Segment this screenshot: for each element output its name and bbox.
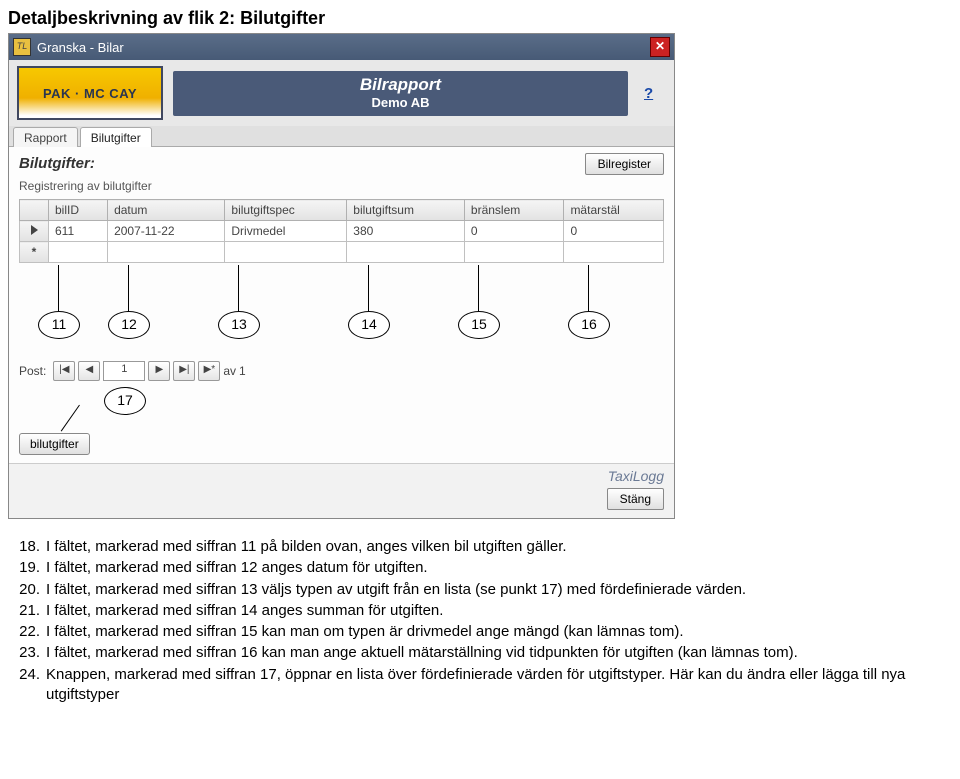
- cell-sum[interactable]: 380: [347, 221, 465, 242]
- item-num: 22.: [8, 622, 46, 642]
- item-num: 24.: [8, 665, 46, 706]
- nav-prev-icon[interactable]: ◀: [78, 361, 100, 381]
- callout-15: 15: [458, 311, 500, 339]
- close-button[interactable]: Stäng: [607, 488, 664, 510]
- cell-branslem[interactable]: 0: [464, 221, 564, 242]
- list-item: 22. I fältet, markerad med siffran 15 ka…: [8, 622, 952, 642]
- nav-next-icon[interactable]: ▶: [148, 361, 170, 381]
- bilutgifter-grid: bilID datum bilutgiftspec bilutgiftsum b…: [19, 199, 664, 263]
- callout-17-wrap: 17 bilutgifter: [19, 387, 664, 453]
- callout-12: 12: [108, 311, 150, 339]
- item-num: 19.: [8, 558, 46, 578]
- item-num: 18.: [8, 537, 46, 557]
- callout-16: 16: [568, 311, 610, 339]
- nav-last-icon[interactable]: ▶|: [173, 361, 195, 381]
- help-icon[interactable]: ?: [638, 85, 666, 101]
- nav-current[interactable]: 1: [103, 361, 145, 381]
- row-pointer-icon: [20, 221, 49, 242]
- list-item: 24. Knappen, markerad med siffran 17, öp…: [8, 665, 952, 706]
- item-text: I fältet, markerad med siffran 16 kan ma…: [46, 643, 952, 663]
- cell-empty[interactable]: [49, 242, 108, 263]
- tab-rapport[interactable]: Rapport: [13, 127, 78, 147]
- nav-first-icon[interactable]: |◀: [53, 361, 75, 381]
- cell-empty[interactable]: [108, 242, 225, 263]
- tab-bilutgifter[interactable]: Bilutgifter: [80, 127, 152, 147]
- callout-11: 11: [38, 311, 80, 339]
- callout-17: 17: [104, 387, 146, 415]
- cell-empty[interactable]: [464, 242, 564, 263]
- col-bilid[interactable]: bilID: [49, 200, 108, 221]
- callouts-strip: 11 12 13 14 15 16: [19, 265, 664, 351]
- cell-spec[interactable]: Drivmedel: [225, 221, 347, 242]
- report-title: Bilrapport: [173, 75, 628, 95]
- item-text: I fältet, markerad med siffran 11 på bil…: [46, 537, 952, 557]
- item-num: 23.: [8, 643, 46, 663]
- footer-brand: TaxiLogg: [607, 468, 664, 484]
- app-icon: TL: [13, 38, 31, 56]
- nav-new-icon[interactable]: ▶*: [198, 361, 220, 381]
- explanations-list: 18. I fältet, markerad med siffran 11 på…: [8, 537, 952, 705]
- report-subtitle: Demo AB: [173, 95, 628, 110]
- cell-empty[interactable]: [564, 242, 664, 263]
- item-text: Knappen, markerad med siffran 17, öppnar…: [46, 665, 952, 706]
- close-icon[interactable]: ✕: [650, 37, 670, 57]
- grid-corner: [20, 200, 49, 221]
- item-text: I fältet, markerad med siffran 14 anges …: [46, 601, 952, 621]
- panel-bilutgifter: Bilutgifter: Bilregister Registrering av…: [9, 147, 674, 463]
- table-row-new[interactable]: *: [20, 242, 664, 263]
- callout-13: 13: [218, 311, 260, 339]
- nav-label: Post:: [19, 364, 46, 378]
- col-datum[interactable]: datum: [108, 200, 225, 221]
- titlebar: TL Granska - Bilar ✕: [9, 34, 674, 60]
- cell-datum[interactable]: 2007-11-22: [108, 221, 225, 242]
- header-row: PAK · MC CAY Bilrapport Demo AB ?: [9, 60, 674, 126]
- cell-empty[interactable]: [225, 242, 347, 263]
- cell-bilid[interactable]: 611: [49, 221, 108, 242]
- cell-matar[interactable]: 0: [564, 221, 664, 242]
- list-item: 18. I fältet, markerad med siffran 11 på…: [8, 537, 952, 557]
- grid-header-row: bilID datum bilutgiftspec bilutgiftsum b…: [20, 200, 664, 221]
- list-item: 21. I fältet, markerad med siffran 14 an…: [8, 601, 952, 621]
- report-header: Bilrapport Demo AB: [173, 71, 628, 116]
- col-branslem[interactable]: bränslem: [464, 200, 564, 221]
- cell-empty[interactable]: [347, 242, 465, 263]
- logo: PAK · MC CAY: [17, 66, 163, 120]
- nav-of-label: av: [223, 364, 236, 378]
- item-text: I fältet, markerad med siffran 15 kan ma…: [46, 622, 952, 642]
- nav-total: 1: [239, 364, 246, 378]
- list-item: 23. I fältet, markerad med siffran 16 ka…: [8, 643, 952, 663]
- page-title: Detaljbeskrivning av flik 2: Bilutgifter: [8, 8, 952, 29]
- tabs: Rapport Bilutgifter: [9, 126, 674, 147]
- col-matar[interactable]: mätarstäl: [564, 200, 664, 221]
- bilregister-button[interactable]: Bilregister: [585, 153, 664, 175]
- item-num: 21.: [8, 601, 46, 621]
- item-num: 20.: [8, 580, 46, 600]
- record-navigator: Post: |◀ ◀ 1 ▶ ▶| ▶* av 1: [19, 361, 664, 381]
- callout-14: 14: [348, 311, 390, 339]
- window-title: Granska - Bilar: [37, 40, 650, 55]
- col-sum[interactable]: bilutgiftsum: [347, 200, 465, 221]
- table-row[interactable]: 611 2007-11-22 Drivmedel 380 0 0: [20, 221, 664, 242]
- row-new-icon: *: [20, 242, 49, 263]
- app-window: TL Granska - Bilar ✕ PAK · MC CAY Bilrap…: [8, 33, 675, 519]
- col-spec[interactable]: bilutgiftspec: [225, 200, 347, 221]
- list-item: 20. I fältet, markerad med siffran 13 vä…: [8, 580, 952, 600]
- list-item: 19. I fältet, markerad med siffran 12 an…: [8, 558, 952, 578]
- section-subtext: Registrering av bilutgifter: [19, 179, 664, 193]
- section-title: Bilutgifter:: [19, 155, 95, 172]
- item-text: I fältet, markerad med siffran 13 väljs …: [46, 580, 952, 600]
- item-text: I fältet, markerad med siffran 12 anges …: [46, 558, 952, 578]
- window-footer: TaxiLogg Stäng: [9, 463, 674, 518]
- bilutgifter-small-button[interactable]: bilutgifter: [19, 433, 90, 455]
